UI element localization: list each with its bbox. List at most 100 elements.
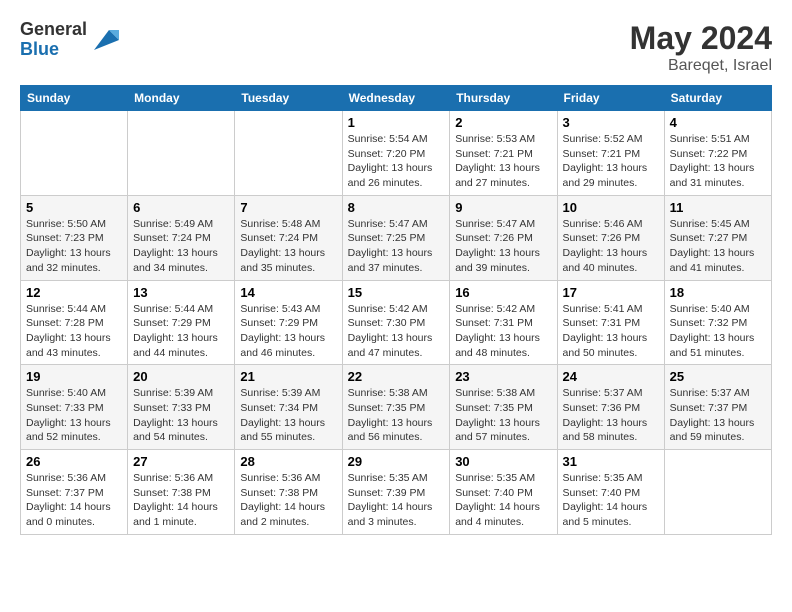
calendar-cell: 7 Sunrise: 5:48 AM Sunset: 7:24 PM Daylig… xyxy=(235,195,342,280)
weekday-header-sunday: Sunday xyxy=(21,86,128,111)
calendar-cell: 9 Sunrise: 5:47 AM Sunset: 7:26 PM Daylig… xyxy=(450,195,557,280)
location: Bareqet, Israel xyxy=(630,57,772,75)
day-number: 21 xyxy=(240,369,336,384)
calendar-cell: 15 Sunrise: 5:42 AM Sunset: 7:30 PM Dayli… xyxy=(342,280,450,365)
day-number: 13 xyxy=(133,285,229,300)
day-number: 15 xyxy=(348,285,445,300)
day-number: 28 xyxy=(240,454,336,469)
calendar-cell: 28Sunrise: 5:36 AM Sunset: 7:38 PM Dayli… xyxy=(235,450,342,535)
week-row-3: 12Sunrise: 5:44 AM Sunset: 7:28 PM Dayli… xyxy=(21,280,772,365)
calendar-cell: 6 Sunrise: 5:49 AM Sunset: 7:24 PM Daylig… xyxy=(128,195,235,280)
cell-info: Sunrise: 5:44 AM Sunset: 7:28 PM Dayligh… xyxy=(26,302,122,361)
calendar-cell: 18 Sunrise: 5:40 AM Sunset: 7:32 PM Dayli… xyxy=(664,280,771,365)
day-number: 23 xyxy=(455,369,551,384)
day-number: 8 xyxy=(348,200,445,215)
weekday-header-tuesday: Tuesday xyxy=(235,86,342,111)
weekday-header-thursday: Thursday xyxy=(450,86,557,111)
calendar-cell: 23 Sunrise: 5:38 AM Sunset: 7:35 PM Dayli… xyxy=(450,365,557,450)
cell-info: Sunrise: 5:37 AM Sunset: 7:36 PM Dayligh… xyxy=(563,386,659,445)
calendar-table: SundayMondayTuesdayWednesdayThursdayFrid… xyxy=(20,85,772,535)
week-row-2: 5Sunrise: 5:50 AM Sunset: 7:23 PM Daylig… xyxy=(21,195,772,280)
day-number: 20 xyxy=(133,369,229,384)
cell-info: Sunrise: 5:35 AM Sunset: 7:40 PM Dayligh… xyxy=(563,471,659,530)
cell-info: Sunrise: 5:53 AM Sunset: 7:21 PM Dayligh… xyxy=(455,132,551,191)
day-number: 16 xyxy=(455,285,551,300)
day-number: 6 xyxy=(133,200,229,215)
calendar-cell: 27 Sunrise: 5:36 AM Sunset: 7:38 PM Dayli… xyxy=(128,450,235,535)
cell-info: Sunrise: 5:39 AM Sunset: 7:33 PM Dayligh… xyxy=(133,386,229,445)
calendar-cell: 8Sunrise: 5:47 AM Sunset: 7:25 PM Daylig… xyxy=(342,195,450,280)
calendar-cell: 10 Sunrise: 5:46 AM Sunset: 7:26 PM Dayli… xyxy=(557,195,664,280)
logo-general: General xyxy=(20,20,87,40)
weekday-header-row: SundayMondayTuesdayWednesdayThursdayFrid… xyxy=(21,86,772,111)
week-row-4: 19 Sunrise: 5:40 AM Sunset: 7:33 PM Dayli… xyxy=(21,365,772,450)
day-number: 27 xyxy=(133,454,229,469)
day-number: 29 xyxy=(348,454,445,469)
calendar-cell: 4Sunrise: 5:51 AM Sunset: 7:22 PM Daylig… xyxy=(664,111,771,196)
calendar-cell: 20 Sunrise: 5:39 AM Sunset: 7:33 PM Dayli… xyxy=(128,365,235,450)
logo-icon xyxy=(89,25,119,55)
cell-info: Sunrise: 5:36 AM Sunset: 7:37 PM Dayligh… xyxy=(26,471,122,530)
calendar-cell: 3 Sunrise: 5:52 AM Sunset: 7:21 PM Daylig… xyxy=(557,111,664,196)
day-number: 2 xyxy=(455,115,551,130)
day-number: 7 xyxy=(240,200,336,215)
cell-info: Sunrise: 5:40 AM Sunset: 7:32 PM Dayligh… xyxy=(670,302,766,361)
cell-info: Sunrise: 5:38 AM Sunset: 7:35 PM Dayligh… xyxy=(455,386,551,445)
calendar-cell: 30 Sunrise: 5:35 AM Sunset: 7:40 PM Dayli… xyxy=(450,450,557,535)
cell-info: Sunrise: 5:37 AM Sunset: 7:37 PM Dayligh… xyxy=(670,386,766,445)
cell-info: Sunrise: 5:46 AM Sunset: 7:26 PM Dayligh… xyxy=(563,217,659,276)
calendar-cell xyxy=(235,111,342,196)
day-number: 9 xyxy=(455,200,551,215)
calendar-cell xyxy=(664,450,771,535)
cell-info: Sunrise: 5:42 AM Sunset: 7:30 PM Dayligh… xyxy=(348,302,445,361)
calendar-cell: 19 Sunrise: 5:40 AM Sunset: 7:33 PM Dayli… xyxy=(21,365,128,450)
day-number: 25 xyxy=(670,369,766,384)
logo: General Blue xyxy=(20,20,119,60)
cell-info: Sunrise: 5:48 AM Sunset: 7:24 PM Dayligh… xyxy=(240,217,336,276)
calendar-cell: 24Sunrise: 5:37 AM Sunset: 7:36 PM Dayli… xyxy=(557,365,664,450)
calendar-cell: 16 Sunrise: 5:42 AM Sunset: 7:31 PM Dayli… xyxy=(450,280,557,365)
weekday-header-friday: Friday xyxy=(557,86,664,111)
day-number: 4 xyxy=(670,115,766,130)
calendar-cell: 22 Sunrise: 5:38 AM Sunset: 7:35 PM Dayli… xyxy=(342,365,450,450)
cell-info: Sunrise: 5:50 AM Sunset: 7:23 PM Dayligh… xyxy=(26,217,122,276)
calendar-cell: 14 Sunrise: 5:43 AM Sunset: 7:29 PM Dayli… xyxy=(235,280,342,365)
cell-info: Sunrise: 5:36 AM Sunset: 7:38 PM Dayligh… xyxy=(133,471,229,530)
cell-info: Sunrise: 5:38 AM Sunset: 7:35 PM Dayligh… xyxy=(348,386,445,445)
calendar-cell: 17 Sunrise: 5:41 AM Sunset: 7:31 PM Dayli… xyxy=(557,280,664,365)
day-number: 19 xyxy=(26,369,122,384)
day-number: 3 xyxy=(563,115,659,130)
cell-info: Sunrise: 5:52 AM Sunset: 7:21 PM Dayligh… xyxy=(563,132,659,191)
calendar-cell: 11 Sunrise: 5:45 AM Sunset: 7:27 PM Dayli… xyxy=(664,195,771,280)
cell-info: Sunrise: 5:43 AM Sunset: 7:29 PM Dayligh… xyxy=(240,302,336,361)
cell-info: Sunrise: 5:41 AM Sunset: 7:31 PM Dayligh… xyxy=(563,302,659,361)
day-number: 31 xyxy=(563,454,659,469)
calendar-cell: 13Sunrise: 5:44 AM Sunset: 7:29 PM Dayli… xyxy=(128,280,235,365)
day-number: 11 xyxy=(670,200,766,215)
weekday-header-monday: Monday xyxy=(128,86,235,111)
calendar-cell: 29 Sunrise: 5:35 AM Sunset: 7:39 PM Dayli… xyxy=(342,450,450,535)
day-number: 22 xyxy=(348,369,445,384)
cell-info: Sunrise: 5:45 AM Sunset: 7:27 PM Dayligh… xyxy=(670,217,766,276)
cell-info: Sunrise: 5:47 AM Sunset: 7:26 PM Dayligh… xyxy=(455,217,551,276)
day-number: 1 xyxy=(348,115,445,130)
day-number: 26 xyxy=(26,454,122,469)
day-number: 30 xyxy=(455,454,551,469)
calendar-cell: 12Sunrise: 5:44 AM Sunset: 7:28 PM Dayli… xyxy=(21,280,128,365)
cell-info: Sunrise: 5:35 AM Sunset: 7:40 PM Dayligh… xyxy=(455,471,551,530)
cell-info: Sunrise: 5:40 AM Sunset: 7:33 PM Dayligh… xyxy=(26,386,122,445)
calendar-cell: 2 Sunrise: 5:53 AM Sunset: 7:21 PM Daylig… xyxy=(450,111,557,196)
day-number: 14 xyxy=(240,285,336,300)
calendar-cell xyxy=(21,111,128,196)
day-number: 10 xyxy=(563,200,659,215)
month-year: May 2024 xyxy=(630,20,772,57)
calendar-cell: 21Sunrise: 5:39 AM Sunset: 7:34 PM Dayli… xyxy=(235,365,342,450)
day-number: 17 xyxy=(563,285,659,300)
cell-info: Sunrise: 5:35 AM Sunset: 7:39 PM Dayligh… xyxy=(348,471,445,530)
day-number: 18 xyxy=(670,285,766,300)
cell-info: Sunrise: 5:49 AM Sunset: 7:24 PM Dayligh… xyxy=(133,217,229,276)
calendar-cell xyxy=(128,111,235,196)
calendar-cell: 25 Sunrise: 5:37 AM Sunset: 7:37 PM Dayli… xyxy=(664,365,771,450)
cell-info: Sunrise: 5:42 AM Sunset: 7:31 PM Dayligh… xyxy=(455,302,551,361)
calendar-cell: 26 Sunrise: 5:36 AM Sunset: 7:37 PM Dayli… xyxy=(21,450,128,535)
